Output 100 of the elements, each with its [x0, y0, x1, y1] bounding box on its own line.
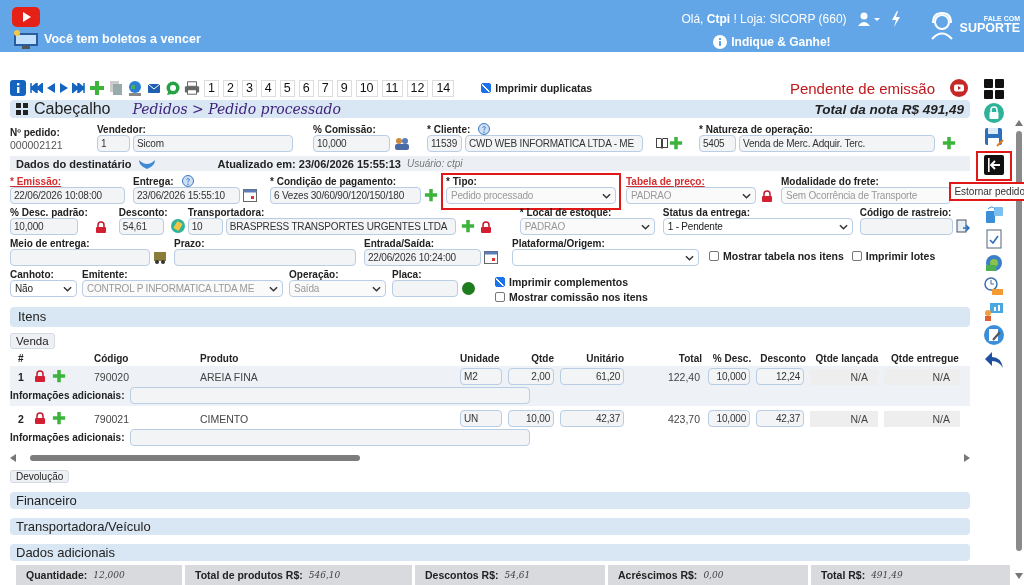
payment-terms-field[interactable]: 6 Vezes 30/60/90/120/150/180 [270, 187, 421, 205]
quantity-field[interactable]: 2,00 [508, 368, 554, 386]
tracking-code-field[interactable] [859, 218, 953, 236]
notepad-pen-icon[interactable] [984, 325, 1004, 345]
calendar-icon[interactable] [484, 250, 498, 265]
lock-icon[interactable] [761, 190, 773, 203]
copy-icon[interactable] [108, 80, 124, 96]
add-icon[interactable] [89, 80, 105, 96]
carrier-name-field[interactable]: BRASPRESS TRANSPORTES URGENTES LTDA [225, 218, 456, 236]
scroll-left-icon[interactable] [10, 454, 16, 463]
delivery-date-field[interactable]: 23/06/2026 15:55:10 [133, 187, 240, 205]
help-icon[interactable] [181, 175, 194, 188]
page-button[interactable]: 6 [298, 79, 314, 97]
discount-percent-field[interactable]: 10,000 [708, 368, 750, 386]
page-button[interactable]: 3 [241, 79, 257, 97]
section-bar[interactable]: Transportadora/Veículo [10, 518, 970, 536]
page-button[interactable]: 14 [432, 79, 455, 97]
sale-tab[interactable]: Venda [10, 332, 55, 349]
add-icon[interactable] [424, 188, 438, 203]
previous-icon[interactable] [46, 83, 56, 93]
people-icon[interactable] [395, 136, 409, 150]
chevron-icon[interactable] [137, 157, 156, 170]
clock-truck-icon[interactable] [984, 277, 1004, 297]
truck-box-icon[interactable] [153, 250, 167, 265]
scrollbar-thumb[interactable] [30, 455, 360, 462]
video-icon[interactable] [950, 79, 968, 97]
page-button[interactable]: 2 [222, 79, 238, 97]
scroll-right-icon[interactable] [964, 454, 970, 463]
scroll-up-icon[interactable] [1015, 120, 1023, 126]
save-icon[interactable] [984, 127, 1004, 147]
delivery-method-field[interactable] [10, 249, 150, 267]
first-record-icon[interactable] [29, 83, 43, 93]
last-record-icon[interactable] [72, 83, 86, 93]
print-duplicates-checkbox[interactable]: Imprimir duplicatas [481, 82, 593, 94]
client-name-field[interactable]: CWD WEB INFORMATICA LTDA - ME [465, 135, 643, 152]
globe-icon[interactable] [127, 80, 143, 96]
add-icon[interactable] [52, 410, 66, 425]
print-complements-checkbox[interactable]: Imprimir complementos [495, 276, 648, 289]
additional-info-field[interactable] [130, 429, 531, 447]
unit-field[interactable]: UN [460, 410, 502, 428]
page-button[interactable]: 4 [260, 79, 276, 97]
page-button[interactable]: 5 [279, 79, 295, 97]
issue-date-field[interactable]: 22/06/2026 10:08:00 [10, 187, 125, 205]
add-icon[interactable] [460, 219, 475, 234]
item-row[interactable]: 2 790021 CIMENTO UN 10,00 42,37 423,70 10,000 42,37 N/A N/A Informações adicionais: [10, 408, 970, 449]
scroll-down-icon[interactable] [1015, 573, 1023, 579]
page-button[interactable]: 10 [355, 79, 378, 97]
print-lots-checkbox[interactable]: Imprimir lotes [851, 250, 936, 263]
page-button[interactable]: 12 [406, 79, 429, 97]
lock-icon[interactable] [34, 369, 46, 382]
sync-icon[interactable] [984, 205, 1004, 225]
lightning-icon[interactable] [890, 11, 901, 27]
delivery-status-dropdown[interactable]: 1 - Pendente [662, 218, 853, 236]
page-button[interactable]: 9 [336, 79, 352, 97]
section-bar[interactable]: Financeiro [10, 492, 970, 510]
book-icon[interactable] [655, 136, 669, 150]
calendar-icon[interactable] [243, 188, 257, 203]
unit-field[interactable]: M2 [460, 368, 502, 386]
discount-field[interactable]: 12,24 [756, 368, 804, 386]
add-icon[interactable] [942, 136, 956, 150]
items-section-bar[interactable]: Itens [10, 307, 970, 327]
video-logo-icon[interactable] [12, 7, 40, 27]
seller-code-field[interactable]: 1 [97, 135, 130, 152]
coin-icon[interactable] [170, 219, 185, 234]
operation-name-field[interactable]: Venda de Merc. Adquir. Terc. [739, 135, 935, 152]
document-check-icon[interactable] [984, 229, 1004, 249]
section-bar[interactable]: Dados adicionais [10, 544, 970, 561]
info-icon[interactable] [10, 80, 26, 96]
additional-info-field[interactable] [130, 387, 531, 405]
chat-icon[interactable] [165, 80, 181, 96]
lock-icon[interactable] [34, 411, 46, 424]
discount-field[interactable]: 42,37 [756, 410, 804, 428]
page-button[interactable]: 7 [317, 79, 333, 97]
stub-dropdown[interactable]: Não [10, 280, 77, 298]
help-icon[interactable] [478, 123, 491, 135]
quantity-field[interactable]: 10,00 [508, 410, 554, 428]
show-commission-checkbox[interactable]: Mostrar comissão nos itens [495, 291, 648, 304]
item-row[interactable]: 1 790020 AREIA FINA M2 2,00 61,20 122,40 10,000 12,24 N/A N/A Informações adicionais: [10, 366, 970, 407]
page-button[interactable]: 11 [381, 79, 403, 97]
unit-price-field[interactable]: 42,37 [560, 410, 624, 428]
client-code-field[interactable]: 11539 [427, 135, 462, 152]
recipient-data-toggle[interactable]: Dados do destinatário [16, 157, 132, 170]
plate-field[interactable] [392, 280, 458, 298]
page-button[interactable]: 1 [204, 79, 219, 97]
add-icon[interactable] [52, 368, 66, 383]
next-icon[interactable] [59, 83, 69, 93]
default-discount-field[interactable]: 10,000 [10, 218, 78, 236]
return-tab[interactable]: Devolução [10, 470, 70, 484]
operation-code-field[interactable]: 5405 [699, 135, 736, 152]
carrier-code-field[interactable]: 10 [187, 218, 223, 236]
commission-field[interactable]: 10,000 [313, 135, 390, 152]
seller-name-field[interactable]: Sicom [133, 135, 293, 152]
deadline-field[interactable] [174, 249, 356, 267]
header-section-bar[interactable]: Cabeçalho Pedidos > Pedido processado Total da nota R$ 491,49 [10, 100, 970, 118]
user-menu-icon[interactable] [856, 12, 881, 26]
entry-exit-field[interactable]: 22/06/2026 10:24:00 [364, 249, 481, 267]
discount-field[interactable]: 54,61 [118, 218, 164, 236]
reverse-order-icon[interactable] [984, 155, 1004, 175]
printer-icon[interactable] [184, 80, 200, 96]
unit-price-field[interactable]: 61,20 [560, 368, 624, 386]
